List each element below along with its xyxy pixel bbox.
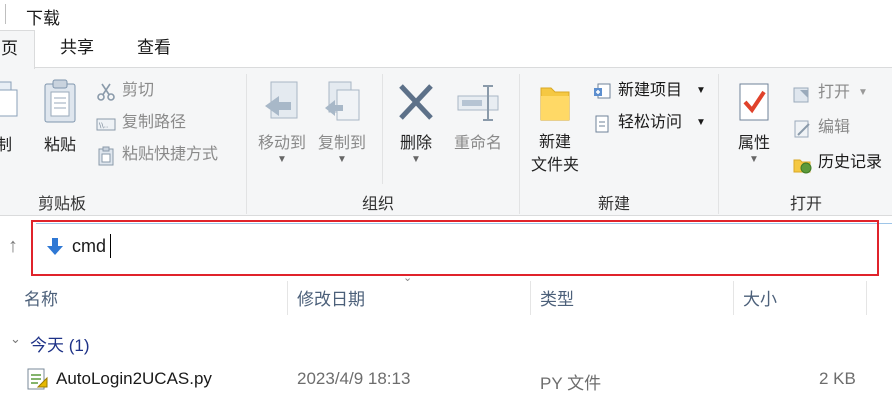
column-header-type[interactable]: 类型 <box>540 285 574 310</box>
delete-icon <box>399 84 433 120</box>
paste-icon <box>44 79 76 123</box>
scissors-icon <box>97 83 115 101</box>
column-divider[interactable] <box>287 281 288 315</box>
move-to-icon <box>265 81 298 119</box>
address-bar-highlight <box>31 220 879 276</box>
new-group-label: 新建 <box>598 196 631 213</box>
copy-to-icon <box>325 81 360 121</box>
paste-label: 粘贴 <box>43 137 76 154</box>
chevron-down-icon: ▼ <box>858 87 868 98</box>
open-label: 打开 <box>818 84 851 101</box>
ribbon-separator <box>246 74 247 214</box>
chevron-down-icon: ⌄ <box>10 331 21 346</box>
ribbon: 制 粘贴 剪切 \\.. 复制路径 粘贴快捷方式 剪贴板 移动到 ▼ 复制到 ▼… <box>0 67 892 216</box>
copy-path-icon: \\.. <box>96 118 116 131</box>
group-label: 今天 (1) <box>30 336 90 355</box>
paste-shortcut-icon <box>98 146 114 166</box>
sort-chevron-icon: ⌄ <box>403 272 413 284</box>
ribbon-tabs: 页 共享 查看 <box>0 30 892 69</box>
organize-group-label: 组织 <box>362 196 395 213</box>
delete-button[interactable]: 删除 ▼ <box>394 78 438 165</box>
history-label: 历史记录 <box>818 154 883 171</box>
file-row[interactable]: AutoLogin2UCAS.py 2023/4/9 18:13 PY 文件 2… <box>0 362 892 396</box>
easy-access-label: 轻松访问 <box>618 114 683 131</box>
column-divider[interactable] <box>530 281 531 315</box>
copy-to-button[interactable]: 复制到 ▼ <box>314 78 370 165</box>
ribbon-inner-separator <box>382 74 383 184</box>
rename-label: 重命名 <box>453 135 502 152</box>
up-arrow-icon[interactable]: ↑ <box>8 235 18 258</box>
chevron-down-icon: ▼ <box>749 154 759 165</box>
chevron-down-icon: ▼ <box>277 154 287 165</box>
paste-shortcut-label: 粘贴快捷方式 <box>122 146 219 163</box>
tab-view[interactable]: 查看 <box>121 30 187 68</box>
edit-icon <box>794 120 810 138</box>
open-group-label: 打开 <box>790 196 823 213</box>
move-to-button[interactable]: 移动到 ▼ <box>254 78 310 165</box>
title-separator <box>0 4 6 24</box>
column-header-name[interactable]: 名称 <box>24 285 58 310</box>
tab-share[interactable]: 共享 <box>44 30 110 68</box>
python-file-icon <box>27 368 48 390</box>
svg-text:\\..: \\.. <box>99 122 108 130</box>
easy-access-icon <box>595 115 609 133</box>
window-title: 下载 <box>26 9 60 28</box>
new-folder-button[interactable]: 新建 文件夹 <box>527 78 583 179</box>
open-icon <box>793 87 809 103</box>
address-bar-row: ↑ cmd <box>0 217 892 277</box>
history-icon <box>793 159 812 174</box>
delete-label: 删除 <box>399 135 432 152</box>
folder-icon <box>540 87 570 121</box>
copy-to-label: 复制到 <box>317 135 366 152</box>
edit-label: 编辑 <box>818 119 851 136</box>
new-folder-label-line2: 文件夹 <box>530 157 579 174</box>
copy-label: 制 <box>0 137 12 154</box>
cut-label: 剪切 <box>122 82 155 99</box>
move-to-label: 移动到 <box>257 135 306 152</box>
chevron-down-icon: ▼ <box>411 154 421 165</box>
chevron-down-icon: ▼ <box>337 154 347 165</box>
rename-icon <box>457 85 499 121</box>
properties-button[interactable]: 属性 ▼ <box>730 78 778 165</box>
rename-button[interactable]: 重命名 <box>450 78 506 155</box>
new-item-icon <box>594 83 611 99</box>
properties-label: 属性 <box>737 135 770 152</box>
ribbon-separator <box>519 74 520 214</box>
file-size: 2 KB <box>819 369 856 388</box>
title-bar: 下载 <box>0 0 892 30</box>
copy-button[interactable]: 制 <box>0 80 22 157</box>
properties-icon <box>739 83 769 121</box>
chevron-down-icon: ▼ <box>696 117 706 128</box>
column-header-size[interactable]: 大小 <box>743 285 777 310</box>
file-name: AutoLogin2UCAS.py <box>56 369 212 388</box>
new-folder-label-line1: 新建 <box>538 134 571 151</box>
column-headers: ⌄ 名称 修改日期 类型 大小 <box>0 272 892 315</box>
clipboard-group-label: 剪贴板 <box>38 196 87 213</box>
copy-path-label: 复制路径 <box>122 114 187 131</box>
ribbon-separator <box>718 74 719 214</box>
column-divider[interactable] <box>733 281 734 315</box>
column-divider[interactable] <box>866 281 867 315</box>
new-item-label: 新建项目 <box>618 82 683 99</box>
file-type: PY 文件 <box>540 374 602 393</box>
copy-icon <box>0 81 18 117</box>
column-header-modified[interactable]: 修改日期 <box>297 285 365 310</box>
file-modified: 2023/4/9 18:13 <box>297 369 411 388</box>
chevron-down-icon: ▼ <box>696 85 706 96</box>
tab-home[interactable]: 页 <box>0 30 35 69</box>
paste-button[interactable]: 粘贴 <box>38 78 82 157</box>
